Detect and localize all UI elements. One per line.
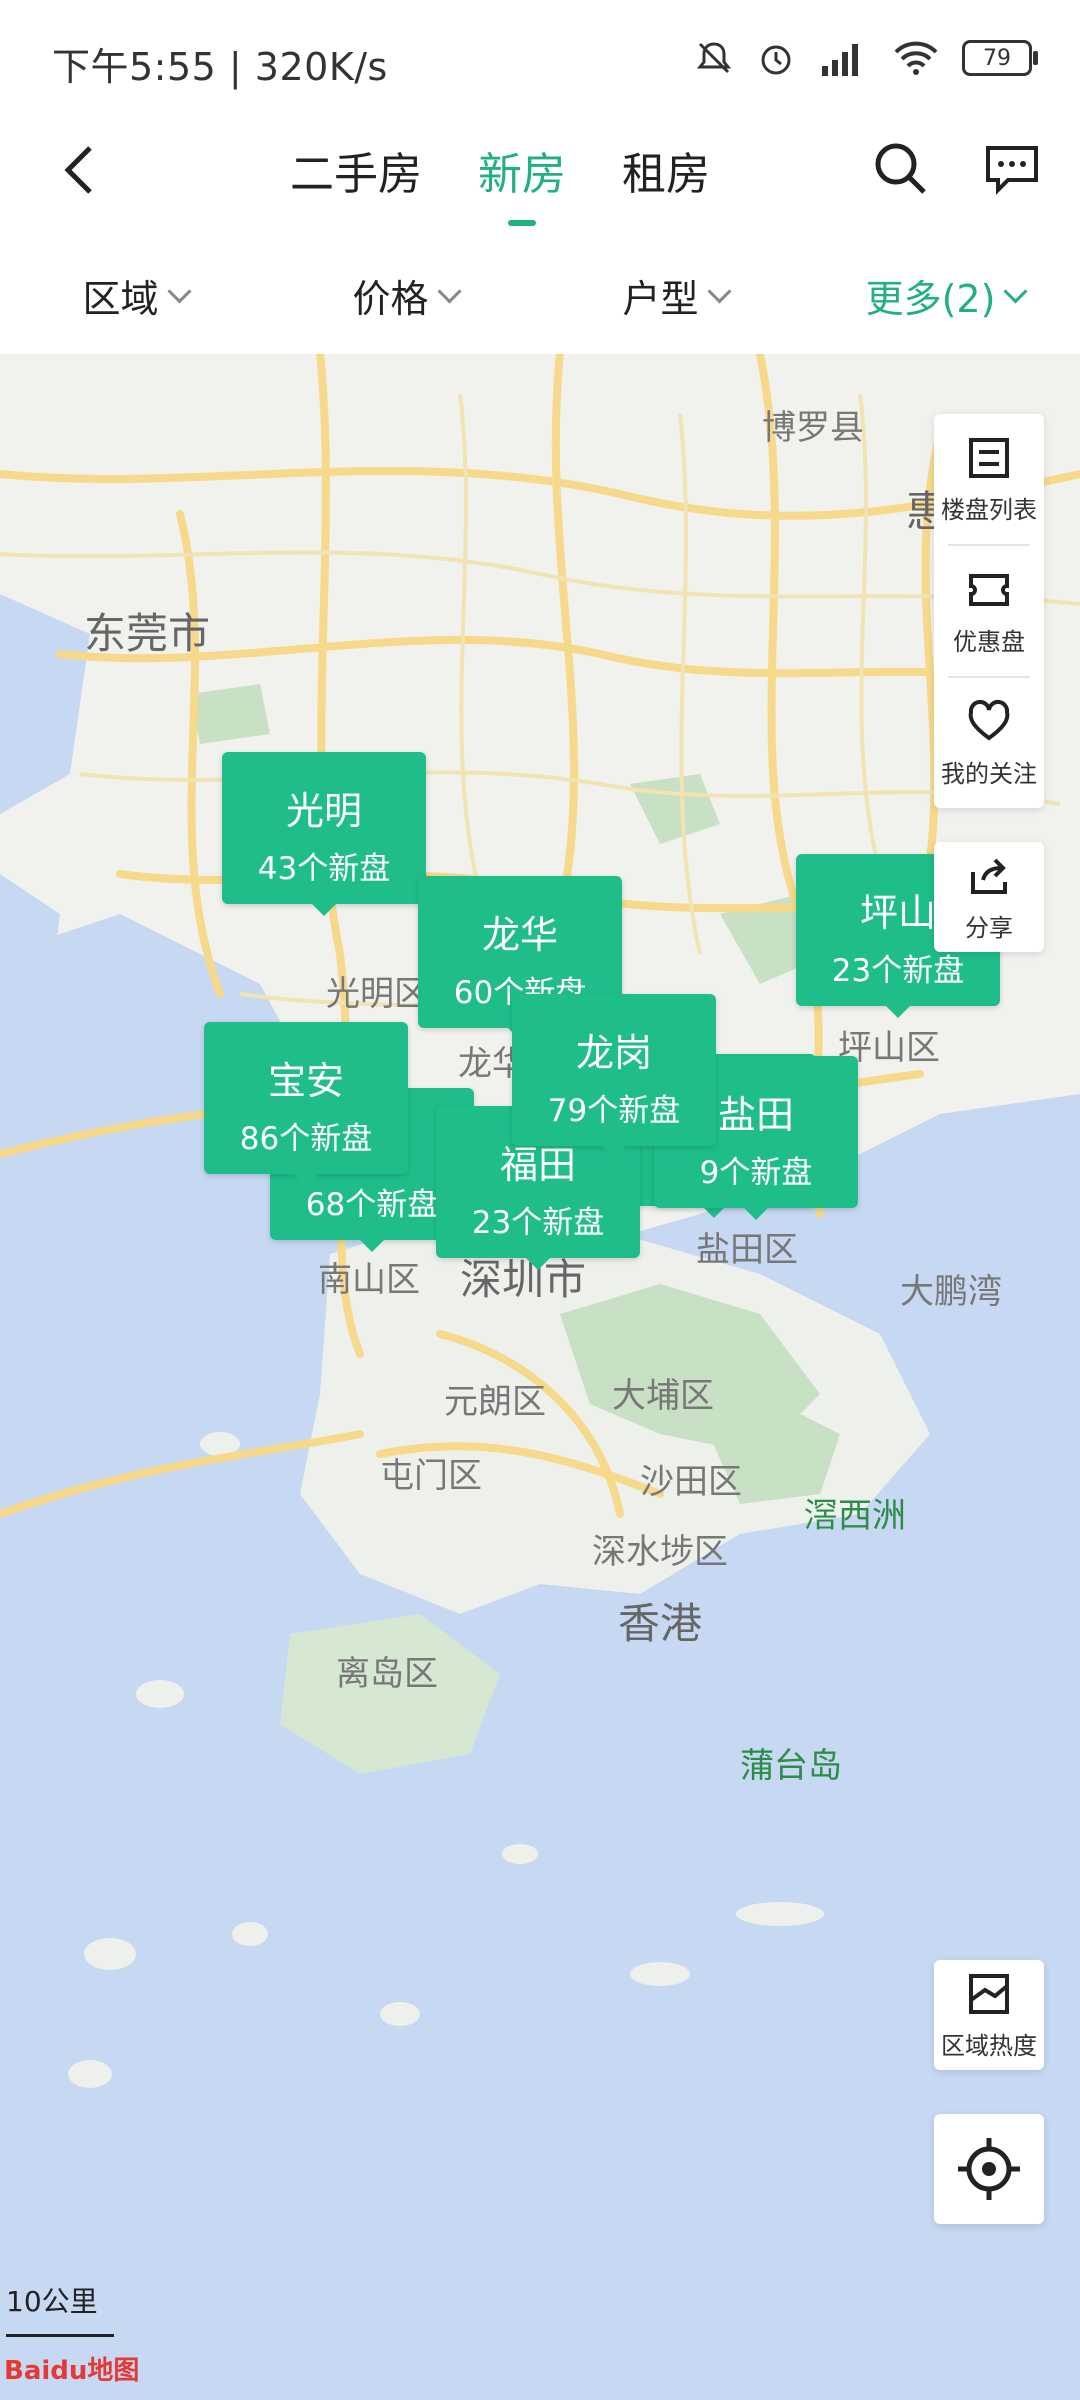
map-label-xijiao: 滘西洲	[804, 1496, 906, 1536]
locate-button[interactable]	[934, 2114, 1044, 2224]
follow-label: 我的关注	[941, 759, 1037, 788]
map-label-hongkong: 香港	[618, 1599, 703, 1648]
search-icon[interactable]	[870, 138, 930, 198]
map-label-nanshan: 南山区	[318, 1260, 420, 1300]
marker-name: 宝安	[267, 1059, 344, 1103]
map-label-tunmen: 屯门区	[380, 1456, 482, 1496]
chevron-down-icon	[706, 278, 732, 304]
alarm-icon	[761, 45, 791, 75]
filter-district[interactable]: 区域	[0, 236, 270, 354]
follow-button[interactable]: 我的关注	[934, 678, 1044, 808]
map-label-putai: 蒲台岛	[740, 1746, 842, 1786]
map-label-guangming: 光明区	[326, 974, 428, 1014]
locate-icon	[958, 2138, 1020, 2200]
marker-count: 23个新盘	[471, 1205, 605, 1241]
filter-district-label: 区域	[82, 276, 159, 321]
map-label-dapeng: 大鹏湾	[900, 1272, 1002, 1312]
district-marker-longgang[interactable]: 龙岗 79个新盘	[512, 994, 716, 1158]
top-nav: 二手房 新房 租房	[0, 110, 1080, 230]
district-marker-guangming[interactable]: 光明 43个新盘	[222, 752, 426, 916]
chevron-down-icon	[166, 278, 192, 304]
heart-icon	[968, 699, 1010, 740]
property-list-button[interactable]: 楼盘列表	[934, 414, 1044, 544]
marker-count: 9个新盘	[699, 1155, 813, 1191]
baidu-map-logo: Baidu地图	[4, 2356, 140, 2386]
filter-more[interactable]: 更多(2)	[810, 236, 1080, 354]
signal-icon	[822, 44, 858, 76]
share-button[interactable]: 分享	[934, 842, 1044, 952]
tab-bar: 二手房 新房 租房	[290, 138, 710, 226]
area-heat-button[interactable]: 区域热度	[934, 1960, 1044, 2070]
heat-panel: 区域热度	[934, 1960, 1044, 2070]
wifi-icon	[894, 41, 938, 75]
map-label-shenshuibu: 深水埗区	[592, 1532, 728, 1572]
marker-name: 龙华	[481, 913, 558, 957]
share-panel: 分享	[934, 842, 1044, 952]
filter-price-label: 价格	[352, 276, 429, 321]
map-label-yantian: 盐田区	[696, 1230, 798, 1270]
status-bar: 下午5:55 | 320K/s 79	[0, 0, 1080, 110]
map-label-dapu: 大埔区	[612, 1376, 714, 1416]
filter-layout[interactable]: 户型	[540, 236, 810, 354]
map-scale-label: 10公里	[6, 2285, 98, 2318]
district-marker-baoan[interactable]: 宝安 86个新盘	[204, 1022, 408, 1186]
chevron-down-icon	[436, 278, 462, 304]
share-icon	[971, 858, 1007, 894]
discount-label: 优惠盘	[953, 627, 1025, 656]
share-label: 分享	[965, 913, 1013, 942]
property-list-label: 楼盘列表	[941, 495, 1037, 524]
battery-indicator: 79	[962, 40, 1038, 76]
marker-name: 光明	[285, 789, 362, 833]
map-view[interactable]: 博罗县 惠州 东莞市 光明区 龙华区 坪山区 南山区 深圳市 盐田区 大鹏湾 元…	[0, 354, 1080, 2400]
chevron-down-icon	[1003, 278, 1028, 304]
area-heat-label: 区域热度	[941, 2031, 1037, 2060]
marker-count: 43个新盘	[257, 851, 391, 887]
list-icon	[969, 437, 1009, 478]
tab-new-homes[interactable]: 新房	[478, 138, 566, 226]
map-scale-bar	[6, 2330, 114, 2337]
map-label-lidao: 离岛区	[336, 1654, 438, 1694]
marker-count: 86个新盘	[239, 1121, 373, 1157]
message-icon[interactable]	[982, 138, 1042, 198]
tab-rent[interactable]: 租房	[622, 138, 710, 212]
filter-more-label: 更多(2)	[865, 276, 996, 321]
back-arrow-icon[interactable]	[52, 140, 112, 200]
side-tools-panel: 楼盘列表 优惠盘 我的关注	[934, 414, 1044, 808]
status-icons: 79	[694, 34, 1038, 82]
map-label-dongguan: 东莞市	[84, 609, 211, 658]
status-time: 下午5:55 | 320K/s	[52, 45, 388, 89]
marker-count: 79个新盘	[547, 1093, 681, 1129]
discount-button[interactable]: 优惠盘	[934, 546, 1044, 676]
filter-price[interactable]: 价格	[270, 236, 540, 354]
heat-map-icon	[969, 1973, 1009, 2014]
ticket-icon	[969, 573, 1009, 606]
map-label-boluo: 博罗县	[762, 408, 864, 448]
filter-layout-label: 户型	[622, 276, 699, 321]
tab-second-hand[interactable]: 二手房	[290, 138, 422, 212]
map-label-yuanlang: 元朗区	[444, 1382, 546, 1422]
map-label-shatian: 沙田区	[640, 1462, 742, 1502]
filter-bar: 区域 价格 户型 更多(2)	[0, 236, 1080, 354]
marker-name: 龙岗	[575, 1031, 652, 1075]
bell-off-icon	[696, 42, 732, 74]
